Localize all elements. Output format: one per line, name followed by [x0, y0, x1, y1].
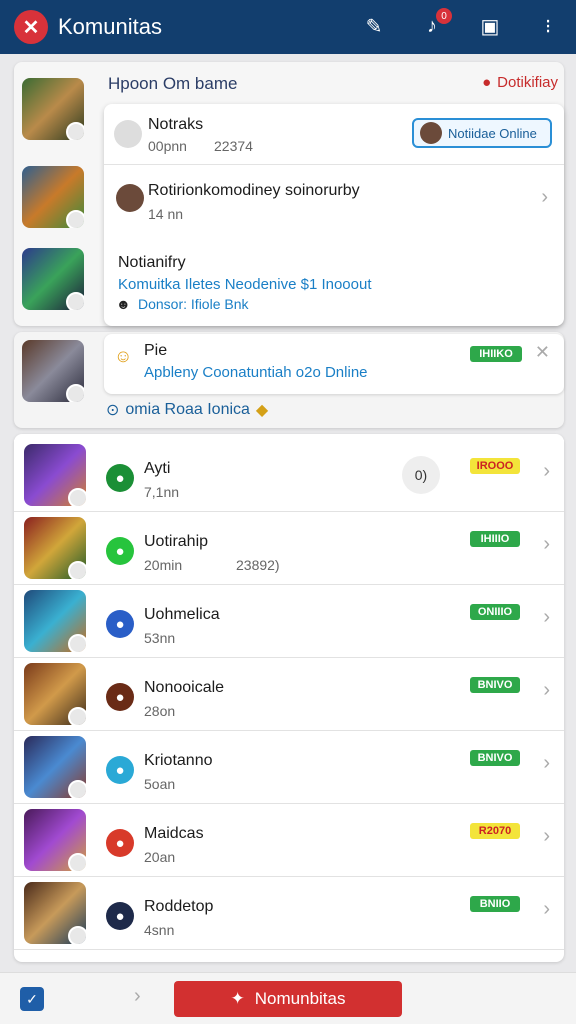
community-icon: ●	[106, 464, 134, 492]
chevron-right-icon[interactable]: ›	[543, 606, 550, 629]
item-title: Ayti	[144, 460, 171, 477]
game-thumbnail[interactable]	[24, 444, 86, 506]
emoji-icon: ☺	[114, 346, 133, 366]
item-time: 7,1nn	[144, 484, 180, 500]
game-thumbnail[interactable]	[22, 340, 84, 402]
notification-count: 22374	[214, 138, 253, 154]
list-item[interactable]: ● Roddetop 4snn BNIIO ›	[14, 878, 564, 950]
notification-sponsor: Donsor: Ifiole Bnk	[138, 296, 249, 312]
chevron-right-icon[interactable]: ›	[543, 898, 550, 921]
notification-time: 00pnn	[148, 138, 187, 154]
item-title: Maidcas	[144, 825, 204, 842]
item-time: 28on	[144, 703, 176, 719]
item-count: 23892)	[236, 557, 280, 573]
pie-title: Pie	[144, 342, 168, 359]
game-thumbnail[interactable]	[24, 590, 86, 652]
item-time: 20an	[144, 849, 176, 865]
notification-icon[interactable]: ♪ 0	[418, 8, 452, 40]
notification-time: 14 nn	[148, 206, 184, 222]
avatar	[420, 122, 442, 144]
chevron-right-icon[interactable]: ›	[543, 460, 550, 483]
emoji-icon: ☻	[116, 296, 131, 312]
bag-icon[interactable]: ▣	[476, 12, 504, 40]
list-item[interactable]: ● Ayti 7,1nn IROOO › 0)	[14, 440, 564, 512]
app-title: Komunitas	[58, 14, 162, 39]
notification-item[interactable]: Rotirionkomodiney soinorurby 14 nn ›	[104, 176, 564, 226]
game-thumbnail[interactable]	[24, 663, 86, 725]
status-badge: BNIVO	[470, 750, 520, 766]
close-icon[interactable]: ✕	[535, 342, 550, 363]
pin-icon: ●	[482, 74, 492, 91]
list-item[interactable]: ● Uotirahip 20min IHIIIO › 23892)	[14, 513, 564, 585]
item-title: Uohmelica	[144, 606, 220, 623]
chevron-right-icon[interactable]: ›	[543, 533, 550, 556]
status-badge: ONIIIO	[470, 604, 520, 620]
list-item[interactable]: ● Kriotanno 5oan BNIVO ›	[14, 732, 564, 804]
game-thumbnail[interactable]	[24, 517, 86, 579]
item-time: 5oan	[144, 776, 176, 792]
community-icon: ●	[106, 683, 134, 711]
section-link[interactable]: ● Dotikifiay	[482, 74, 558, 91]
notification-title: Rotirionkomodiney soinorurby	[148, 182, 360, 199]
plus-icon: ✦	[230, 989, 245, 1008]
game-thumbnail[interactable]	[22, 248, 84, 310]
item-title: Nonooicale	[144, 679, 225, 696]
status-badge: IROOO	[470, 458, 520, 474]
more-icon[interactable]: ⁝	[534, 12, 562, 40]
item-time: 20min	[144, 557, 183, 573]
notification-title: Notianifry	[118, 254, 186, 271]
list-item[interactable]: ● Maidcas 20an R2070 ›	[14, 805, 564, 877]
item-title: Roddetop	[144, 898, 214, 915]
status-badge: BNIVO	[470, 677, 520, 693]
settings-icon	[114, 120, 142, 148]
online-icon: ⊙	[106, 402, 120, 419]
avatar	[116, 184, 144, 212]
chevron-right-icon[interactable]: ›	[134, 985, 141, 1008]
chevron-right-icon[interactable]: ›	[541, 186, 548, 209]
item-title: Uotirahip	[144, 533, 209, 550]
status-badge: R2070	[470, 823, 520, 839]
game-thumbnail[interactable]	[24, 809, 86, 871]
chevron-right-icon[interactable]: ›	[543, 752, 550, 775]
status-badge: IHIIIO	[470, 531, 520, 547]
community-icon: ●	[106, 829, 134, 857]
bottom-bar: ✓ › ✦ Nomunbitas	[0, 972, 576, 1024]
notification-card[interactable]: Notraks 00pnn 22374 Notiidae Online Roti…	[104, 104, 564, 326]
primary-cta-button[interactable]: ✦ Nomunbitas	[174, 981, 402, 1017]
play-button[interactable]: 0)	[402, 456, 440, 494]
list-item[interactable]: ● Uohmelica 53nn ONIIIO ›	[14, 586, 564, 658]
pie-subtitle: Apbleny Coonatuntiah o2o Dnline	[144, 364, 368, 381]
status-badge: BNIIO	[470, 896, 520, 912]
game-thumbnail[interactable]	[22, 166, 84, 228]
item-time: 53nn	[144, 630, 176, 646]
check-icon[interactable]: ✓	[20, 987, 44, 1011]
list-item[interactable]: ● Nonooicale 28on BNIVO ›	[14, 659, 564, 731]
chevron-right-icon[interactable]: ›	[543, 825, 550, 848]
chat-bubble-icon[interactable]: ✎	[360, 12, 388, 40]
pie-card[interactable]: ☺ Pie Apbleny Coonatuntiah o2o Dnline IH…	[104, 334, 564, 394]
notification-detail: Komuitka Iletes Neodenive $1 Inooout	[118, 276, 372, 293]
game-thumbnail[interactable]	[24, 882, 86, 944]
status-badge: IHIIKO	[470, 346, 522, 362]
notification-item[interactable]: Notianifry Komuitka Iletes Neodenive $1 …	[104, 248, 564, 318]
community-icon: ●	[106, 902, 134, 930]
community-icon: ●	[106, 610, 134, 638]
top-bar: ✕ Komunitas ✎ ♪ 0 ▣ ⁝	[0, 0, 576, 54]
notification-badge: 0	[436, 8, 452, 24]
game-thumbnail[interactable]	[24, 736, 86, 798]
section-header: Hpoon Om bame	[108, 74, 238, 93]
online-row[interactable]: ⊙ omia Roaa Ionica ◆	[106, 400, 268, 420]
online-chip[interactable]: Notiidae Online	[412, 118, 552, 148]
notification-title: Notraks	[148, 116, 204, 133]
notification-item[interactable]: Notraks 00pnn 22374 Notiidae Online	[104, 114, 564, 164]
chevron-right-icon[interactable]: ›	[543, 679, 550, 702]
community-icon: ●	[106, 537, 134, 565]
item-title: Kriotanno	[144, 752, 213, 769]
community-icon: ●	[106, 756, 134, 784]
app-logo[interactable]: ✕	[14, 10, 48, 44]
badge-icon: ◆	[255, 402, 269, 419]
game-thumbnail[interactable]	[22, 78, 84, 140]
item-time: 4snn	[144, 922, 175, 938]
